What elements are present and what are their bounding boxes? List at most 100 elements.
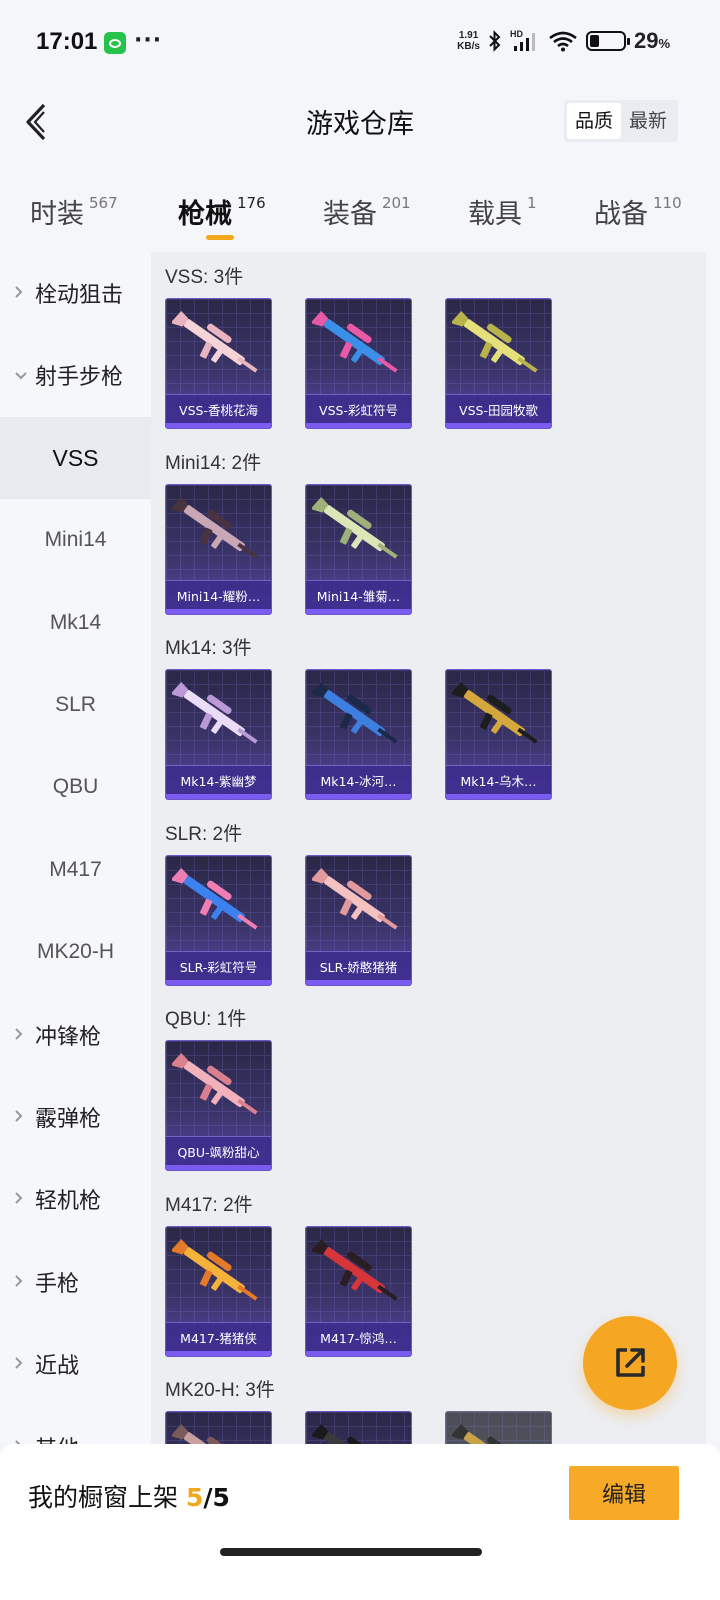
active-tab-indicator <box>206 235 234 240</box>
bluetooth-icon <box>489 30 501 52</box>
rarity-bar <box>306 980 411 985</box>
rarity-bar <box>166 423 271 428</box>
tab-equipment[interactable]: 装备 201 <box>323 192 411 231</box>
skin-card[interactable]: VSS-田园牧歌 <box>445 298 552 429</box>
group-title: Mk14: 3件 <box>165 638 252 659</box>
skin-card[interactable]: M417-惊鸿… <box>305 1226 412 1357</box>
item-group: VSS: 3件 VSS-香桃花海 VSS-彩虹符号 VSS-田园牧歌 <box>151 252 706 438</box>
tab-label: 战备 <box>594 199 648 230</box>
rarity-bar <box>166 794 271 799</box>
skin-card[interactable]: VSS-香桃花海 <box>165 298 272 429</box>
group-title: MK20-H: 3件 <box>165 1380 275 1401</box>
sidebar-item[interactable]: QBU <box>0 746 151 828</box>
tab-count: 1 <box>527 194 537 212</box>
tab-firearms[interactable]: 枪械 176 <box>178 192 266 231</box>
rifle-icon <box>172 497 258 559</box>
skin-card[interactable] <box>305 1411 412 1444</box>
sidebar-item[interactable]: VSS <box>0 417 151 499</box>
tab-label: 装备 <box>323 199 377 230</box>
sidebar-item-label: Mk14 <box>49 611 102 634</box>
edit-button[interactable]: 编辑 <box>569 1466 679 1520</box>
wechat-icon <box>104 32 126 54</box>
chevron-right-icon <box>14 1108 28 1127</box>
tab-label: 枪械 <box>178 199 232 230</box>
skin-card[interactable]: Mini14-雏菊… <box>305 484 412 615</box>
battery-percent-unit: % <box>658 36 670 51</box>
group-title: M417: 2件 <box>165 1195 253 1216</box>
sidebar-item[interactable]: 射手步枪 <box>0 334 151 416</box>
sidebar-item[interactable]: 栓动狙击 <box>0 252 151 334</box>
battery-percent: 29% <box>634 28 670 54</box>
chevron-right-icon <box>14 1355 28 1374</box>
rifle-icon <box>172 682 258 744</box>
skin-card[interactable]: Mk14-冰河… <box>305 669 412 800</box>
sidebar-item[interactable]: Mk14 <box>0 582 151 664</box>
tab-battle-gear[interactable]: 战备 110 <box>594 192 682 231</box>
rarity-bar <box>166 1351 271 1356</box>
showcase-current-count: 5 <box>185 1483 204 1512</box>
item-group: QBU: 1件 QBU-飒粉甜心 <box>151 994 706 1180</box>
tab-costumes[interactable]: 时装 567 <box>30 192 118 231</box>
sidebar-item[interactable]: SLR <box>0 664 151 746</box>
rifle-icon <box>312 311 398 373</box>
rarity-bar <box>446 423 551 428</box>
rarity-bar <box>306 794 411 799</box>
sidebar-item-label: 射手步枪 <box>35 365 124 390</box>
cellular-signal-icon: HD <box>510 29 540 52</box>
sidebar-item-label: SLR <box>55 693 96 716</box>
sort-by-newest-button[interactable]: 最新 <box>621 103 675 139</box>
bottom-bar: 我的橱窗上架 5/5 编辑 <box>0 1444 720 1600</box>
sidebar-item-label: QBU <box>52 775 99 798</box>
wifi-icon <box>549 31 577 52</box>
sidebar-item[interactable]: 近战 <box>0 1323 151 1405</box>
skin-card[interactable]: VSS-彩虹符号 <box>305 298 412 429</box>
rifle-icon <box>172 311 258 373</box>
tab-vehicles[interactable]: 载具 1 <box>468 192 537 231</box>
tab-label: 时装 <box>30 199 84 230</box>
showcase-total-count: 5 <box>212 1483 230 1512</box>
skin-card[interactable]: M417-猪猪侠 <box>165 1226 272 1357</box>
chevron-right-icon <box>14 284 28 303</box>
sidebar-item[interactable]: Mini14 <box>0 499 151 581</box>
sidebar-item-label: 栓动狙击 <box>35 283 124 308</box>
chevron-right-icon <box>14 1273 28 1292</box>
sidebar-item[interactable]: 其他 <box>0 1406 151 1444</box>
rarity-bar <box>446 794 551 799</box>
share-button[interactable] <box>583 1316 677 1410</box>
skin-card[interactable]: SLR-娇憨猪猪 <box>305 855 412 986</box>
home-indicator[interactable] <box>220 1548 482 1556</box>
rifle-icon <box>452 1424 525 1444</box>
skin-card[interactable] <box>165 1411 272 1444</box>
sidebar-item-label: M417 <box>49 858 102 881</box>
skin-card[interactable]: QBU-飒粉甜心 <box>165 1040 272 1171</box>
sort-by-quality-button[interactable]: 品质 <box>566 103 621 139</box>
showcase-label: 我的橱窗上架 <box>28 1483 179 1512</box>
group-title: SLR: 2件 <box>165 824 243 845</box>
rifle-icon <box>172 868 258 930</box>
sidebar-item[interactable]: MK20-H <box>0 911 151 993</box>
tab-count: 176 <box>237 194 266 212</box>
sidebar-item[interactable]: M417 <box>0 829 151 911</box>
skin-card[interactable]: SLR-彩虹符号 <box>165 855 272 986</box>
sidebar-item[interactable]: 轻机枪 <box>0 1158 151 1240</box>
skin-card[interactable]: Mini14-耀粉… <box>165 484 272 615</box>
rifle-icon <box>172 1424 245 1444</box>
sidebar-item[interactable]: 霰弹枪 <box>0 1076 151 1158</box>
sidebar-item[interactable]: 冲锋枪 <box>0 994 151 1076</box>
rifle-icon <box>172 1239 258 1301</box>
sidebar-item-label: 轻机枪 <box>35 1189 102 1214</box>
sort-toggle: 品质 最新 <box>563 100 678 142</box>
chevron-right-icon <box>14 1190 28 1209</box>
rifle-icon <box>172 1053 258 1115</box>
network-speed-unit: KB/s <box>457 41 480 52</box>
sidebar-item-label: 近战 <box>35 1354 80 1379</box>
rifle-icon <box>312 1239 398 1301</box>
sidebar-item[interactable]: 手枪 <box>0 1241 151 1323</box>
item-group: SLR: 2件 SLR-彩虹符号 SLR-娇憨猪猪 <box>151 809 706 995</box>
skin-card[interactable]: Mk14-乌木… <box>445 669 552 800</box>
rarity-bar <box>306 609 411 614</box>
skin-card[interactable]: Mk14-紫幽梦 <box>165 669 272 800</box>
chevron-right-icon <box>14 1026 28 1045</box>
skin-card[interactable] <box>445 1411 552 1444</box>
group-title: Mini14: 2件 <box>165 453 262 474</box>
